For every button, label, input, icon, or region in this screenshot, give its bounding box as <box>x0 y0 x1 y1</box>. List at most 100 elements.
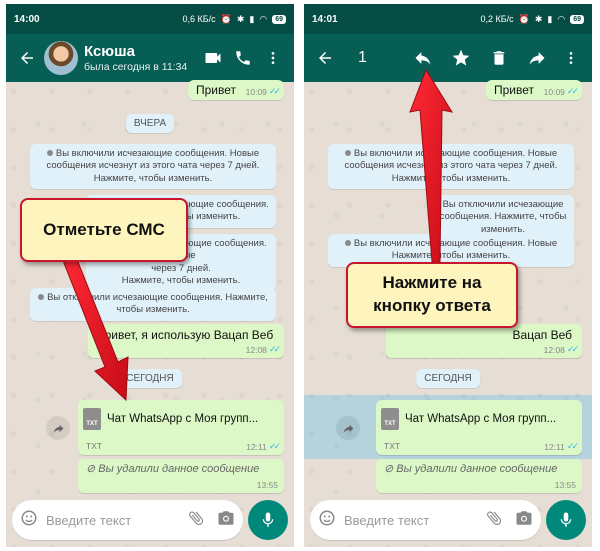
avatar[interactable] <box>44 41 78 75</box>
message-input[interactable]: Введите текст <box>12 500 243 540</box>
system-message-text: Нажмите, чтобы изменить. <box>391 250 511 262</box>
message-meta: 12:11 ✓✓ <box>246 441 281 452</box>
message-input[interactable]: Введите текст <box>310 500 541 540</box>
system-message[interactable]: Вы включили исчезающие сообщения. Новые … <box>328 144 574 190</box>
date-divider: СЕГОДНЯ <box>118 369 182 388</box>
double-check-icon: ✓✓ <box>566 441 579 451</box>
emoji-icon[interactable] <box>318 509 336 532</box>
phone-icon[interactable] <box>228 43 258 73</box>
attach-icon[interactable] <box>187 509 205 532</box>
status-bar: 14:01 0,2 КБ/с ⏰ ✱ ▮ ◠ 69 <box>304 4 592 34</box>
file-icon: TXT <box>83 408 101 430</box>
file-attachment[interactable]: TXT Чат WhatsApp с Моя групп... <box>83 405 279 433</box>
callout-select-message: Отметьте СМС <box>20 198 188 262</box>
delete-icon[interactable] <box>484 43 514 73</box>
emoji-icon[interactable] <box>20 509 38 532</box>
double-check-icon: ✓✓ <box>268 344 281 354</box>
timer-icon <box>38 294 45 301</box>
video-call-icon[interactable] <box>198 43 228 73</box>
selected-count: 1 <box>358 49 367 66</box>
deleted-message-bubble[interactable]: ⊘ Вы удалили данное сообщение 13:55 <box>78 459 284 493</box>
message-list[interactable]: Привет 10:09 ✓✓ ВЧЕРА Вы включили исчезаю… <box>6 80 294 493</box>
file-type: TXT <box>86 441 103 451</box>
message-meta: 13:55 <box>554 480 576 490</box>
input-placeholder: Введите текст <box>344 512 430 528</box>
mic-icon <box>262 512 274 527</box>
message-bubble[interactable]: Вацап Веб 12:08 ✓✓ <box>386 324 582 358</box>
last-seen: была сегодня в 11:34 <box>84 60 188 73</box>
system-message-text: Вы отключили исчезающие сообщения. Нажми… <box>47 292 268 316</box>
file-icon: TXT <box>381 408 399 430</box>
message-meta: 10:09 ✓✓ <box>544 86 579 97</box>
file-type: TXT <box>384 441 401 451</box>
wifi-icon: ◠ <box>259 13 268 24</box>
status-time: 14:01 <box>312 13 338 25</box>
message-time: 12:11 <box>246 441 267 452</box>
alarm-icon: ⏰ <box>220 13 232 24</box>
wifi-icon: ◠ <box>557 13 566 24</box>
camera-icon[interactable] <box>515 509 533 532</box>
system-message-text: Вы отключили исчезающие сообщения. Нажми… <box>439 199 567 235</box>
alarm-icon: ⏰ <box>518 13 530 24</box>
reply-icon[interactable] <box>408 43 438 73</box>
ban-icon: ⊘ <box>86 463 96 475</box>
mic-icon <box>560 512 572 527</box>
system-message-text: Вы включили исчезающие сообщения. Новые … <box>344 148 558 184</box>
file-attachment[interactable]: TXT Чат WhatsApp с Моя групп... <box>381 405 577 433</box>
double-check-icon: ✓✓ <box>268 441 281 451</box>
file-name: Чат WhatsApp с Моя групп... <box>405 413 557 425</box>
bluetooth-icon: ✱ <box>534 13 543 24</box>
status-time: 14:00 <box>14 13 40 25</box>
attach-icon[interactable] <box>485 509 503 532</box>
message-meta: 13:55 <box>256 480 278 490</box>
network-speed: 0,6 КБ/с <box>182 14 216 24</box>
system-message-text: Нажмите, чтобы изменить. <box>121 275 241 287</box>
star-icon[interactable] <box>446 43 476 73</box>
ban-icon: ⊘ <box>384 463 394 475</box>
message-meta: 12:08 ✓✓ <box>245 344 281 355</box>
more-vert-icon[interactable] <box>556 43 586 73</box>
mic-button[interactable] <box>546 500 586 540</box>
signal-icon: ▮ <box>547 13 553 24</box>
forward-icon[interactable] <box>336 416 360 440</box>
system-message[interactable]: Вы отключили исчезающие сообщения. Нажми… <box>30 288 276 321</box>
message-bubble[interactable]: Привет 10:09 ✓✓ <box>486 80 582 100</box>
double-check-icon: ✓✓ <box>566 86 579 96</box>
status-bar: 14:00 0,6 КБ/с ⏰ ✱ ▮ ◠ 69 <box>6 4 294 34</box>
message-time: 10:09 <box>245 86 267 97</box>
file-message-bubble[interactable]: TXT Чат WhatsApp с Моя групп... TXT 12:1… <box>78 400 284 455</box>
message-text: Вы удалили данное сообщение <box>396 463 558 475</box>
camera-icon[interactable] <box>217 509 235 532</box>
file-message-bubble[interactable]: TXT Чат WhatsApp с Моя групп... TXT 12:1… <box>376 400 582 455</box>
message-text: Привет <box>494 83 535 97</box>
back-arrow-icon[interactable] <box>310 43 340 73</box>
date-divider: СЕГОДНЯ <box>416 369 480 388</box>
message-meta: 10:09 ✓✓ <box>245 86 281 97</box>
message-text: Вы удалили данное сообщение <box>98 463 260 475</box>
message-bubble[interactable]: Привет, я использую Вацап Веб 12:08 ✓✓ <box>88 324 284 358</box>
back-arrow-icon[interactable] <box>12 43 42 73</box>
forward-icon[interactable] <box>522 43 552 73</box>
message-meta: 12:11 ✓✓ <box>544 441 579 452</box>
message-bubble[interactable]: Привет 10:09 ✓✓ <box>188 80 284 100</box>
message-time: 12:08 <box>245 344 267 355</box>
system-message[interactable]: Вы включили исчезающие сообщения. Новые … <box>30 144 276 190</box>
forward-icon[interactable] <box>46 416 70 440</box>
contact-info[interactable]: Ксюша была сегодня в 11:34 <box>84 43 187 74</box>
message-meta: 12:08 ✓✓ <box>544 344 579 355</box>
more-vert-icon[interactable] <box>258 43 288 73</box>
timer-icon <box>46 150 53 157</box>
double-check-icon: ✓✓ <box>268 86 281 96</box>
network-speed: 0,2 КБ/с <box>480 14 514 24</box>
callout-press-reply: Нажмите на кнопку ответа <box>346 262 518 328</box>
timer-icon <box>344 150 351 157</box>
mic-button[interactable] <box>248 500 288 540</box>
compose-bar: Введите текст <box>304 493 592 547</box>
signal-icon: ▮ <box>249 13 255 24</box>
message-text: Привет, я использую Вацап Веб <box>96 328 274 342</box>
system-message-text: Вы включили исчезающие сообщения. Новые … <box>46 148 260 184</box>
deleted-message: ⊘ Вы удалили данное сообщение <box>86 462 259 475</box>
deleted-message-bubble[interactable]: ⊘ Вы удалили данное сообщение 13:55 <box>376 459 582 493</box>
system-message-text: Вы включили исчезающие сообщения. Новые <box>353 238 558 249</box>
message-text: Вацап Веб <box>512 328 572 342</box>
